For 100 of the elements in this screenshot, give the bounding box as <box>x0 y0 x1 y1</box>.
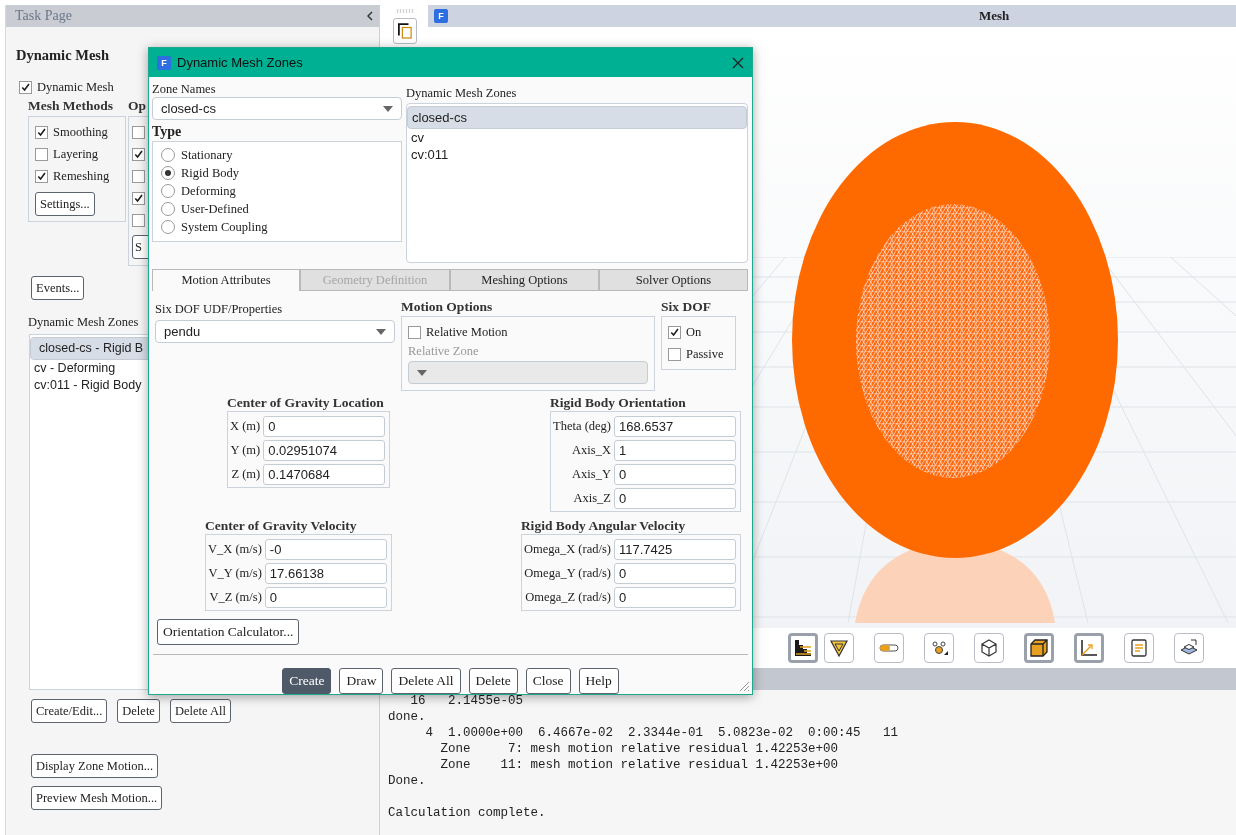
windows-button[interactable] <box>393 18 417 44</box>
tab[interactable]: Solver Options <box>599 269 748 291</box>
stepped-bars-icon <box>793 638 813 658</box>
action-button[interactable]: Close <box>525 668 571 694</box>
checkbox-label[interactable]: Remeshing <box>53 168 110 184</box>
action-button[interactable]: Help <box>578 668 619 694</box>
panel-title: Task Page <box>15 8 72 24</box>
properties-dropdown[interactable]: pendu <box>155 320 395 343</box>
zone-names-dropdown[interactable]: closed-cs <box>152 97 402 120</box>
input-field[interactable]: -0 <box>264 538 387 560</box>
resize-grip-icon[interactable] <box>738 680 750 692</box>
field-label: Six DOF UDF/Properties <box>155 301 284 317</box>
checkbox-label[interactable]: Passive <box>686 346 724 362</box>
field-label: Relative Zone <box>408 343 480 359</box>
app-logo: F <box>157 55 171 70</box>
input-field[interactable]: 0.02951074 <box>263 439 386 461</box>
checkbox-label[interactable]: Layering <box>53 146 99 162</box>
checkbox-label[interactable]: Smoothing <box>53 124 108 140</box>
radio-label[interactable]: System Coupling <box>181 219 268 235</box>
checkbox[interactable] <box>35 125 48 139</box>
radio-button[interactable] <box>161 148 175 162</box>
events-button[interactable]: Events... <box>31 276 85 300</box>
input-field[interactable]: 0 <box>614 586 736 608</box>
action-button[interactable]: Delete <box>468 668 518 694</box>
input-field[interactable]: 0.1470684 <box>263 463 386 485</box>
input-field[interactable]: 0 <box>614 487 736 509</box>
dialog-title: Dynamic Mesh Zones <box>177 55 304 70</box>
radio-button[interactable] <box>161 220 175 234</box>
grip-icon[interactable] <box>396 9 414 13</box>
radio-label[interactable]: Stationary <box>181 147 233 163</box>
group-heading: Center of Gravity Velocity <box>205 518 357 533</box>
input-field[interactable]: 1 <box>614 439 736 461</box>
radio-button[interactable] <box>161 166 175 180</box>
cube-icon <box>979 638 999 658</box>
checkbox[interactable] <box>35 147 48 161</box>
chevron-left-icon[interactable] <box>367 11 373 21</box>
field-label: Omega_X (rad/s) <box>523 541 611 557</box>
input-field[interactable]: 168.6537 <box>614 415 736 437</box>
checkbox[interactable] <box>35 169 48 183</box>
radio-label[interactable]: Deforming <box>181 183 236 199</box>
action-button[interactable]: Create <box>282 668 332 694</box>
zone-button[interactable]: Delete <box>117 699 160 723</box>
zone-button[interactable]: Create/Edit... <box>31 699 108 723</box>
field-label: Axis_Z <box>572 490 611 506</box>
orientation-calculator-button[interactable]: Orientation Calculator... <box>157 619 300 645</box>
group-heading: Mesh Methods <box>28 98 114 113</box>
list-item[interactable]: cv:011 <box>407 146 747 163</box>
toolbar-button[interactable] <box>1174 633 1204 663</box>
checkbox-label[interactable]: On <box>686 324 702 340</box>
console-line: Zone 7: mesh motion relative residual 1.42253e+00 <box>439 741 840 757</box>
list-label: Dynamic Mesh Zones <box>406 85 518 101</box>
radio-label[interactable]: Rigid Body <box>181 165 239 181</box>
checkbox[interactable] <box>132 213 145 227</box>
tab[interactable]: Motion Attributes <box>152 269 300 291</box>
checkbox-label[interactable]: Dynamic Mesh <box>37 79 114 95</box>
toolbar-button[interactable] <box>1074 633 1104 663</box>
action-button[interactable]: Delete All <box>391 668 461 694</box>
checkbox-label[interactable]: Relative Motion <box>426 324 508 340</box>
list-label: Dynamic Mesh Zones <box>28 314 139 330</box>
radio-button[interactable] <box>161 202 175 216</box>
checkbox[interactable] <box>19 80 32 94</box>
field-label: Omega_Y (rad/s) <box>523 565 611 581</box>
gear-icon <box>929 638 949 658</box>
input-field[interactable]: 17.66138 <box>264 562 387 584</box>
motion-button[interactable]: Preview Mesh Motion... <box>31 786 163 810</box>
input-field[interactable]: 0 <box>263 415 386 437</box>
radio-button[interactable] <box>161 184 175 198</box>
tab[interactable]: Meshing Options <box>450 269 599 291</box>
group-heading: Rigid Body Angular Velocity <box>520 518 686 533</box>
input-field[interactable]: 0 <box>614 562 736 584</box>
toolbar-button[interactable] <box>788 633 818 663</box>
toolbar-button[interactable] <box>974 633 1004 663</box>
checkbox[interactable] <box>668 325 681 339</box>
caret-icon <box>417 369 427 376</box>
box-icon <box>1029 638 1049 658</box>
checkbox[interactable] <box>132 191 145 205</box>
toolbar-button[interactable] <box>824 633 854 663</box>
checkbox[interactable] <box>668 347 681 361</box>
list-item[interactable]: cv <box>407 129 747 146</box>
radio-label[interactable]: User-Defined <box>181 201 249 217</box>
toolbar-button[interactable] <box>1024 633 1054 663</box>
motion-button[interactable]: Display Zone Motion... <box>31 754 158 778</box>
group-heading: Rigid Body Orientation <box>550 395 686 410</box>
list-item[interactable]: closed-cs <box>407 106 747 129</box>
close-icon[interactable] <box>732 56 744 69</box>
console-line: Zone 11: mesh motion relative residual 1.42253e+00 <box>439 757 840 773</box>
caret-icon <box>376 328 386 335</box>
checkbox[interactable] <box>132 169 145 183</box>
action-button[interactable]: Draw <box>339 668 384 694</box>
checkbox[interactable] <box>408 325 421 339</box>
input-field[interactable]: 0 <box>614 463 736 485</box>
zone-button[interactable]: Delete All <box>169 699 231 723</box>
console-line: done. <box>388 709 427 725</box>
group-heading: Type <box>152 123 183 141</box>
settings-button[interactable]: Settings... <box>35 192 95 216</box>
checkbox[interactable] <box>132 147 145 161</box>
checkbox[interactable] <box>132 125 145 139</box>
input-field[interactable]: 0 <box>264 586 387 608</box>
input-field[interactable]: 117.7425 <box>614 538 736 560</box>
field-label: Z (m) <box>230 466 261 482</box>
